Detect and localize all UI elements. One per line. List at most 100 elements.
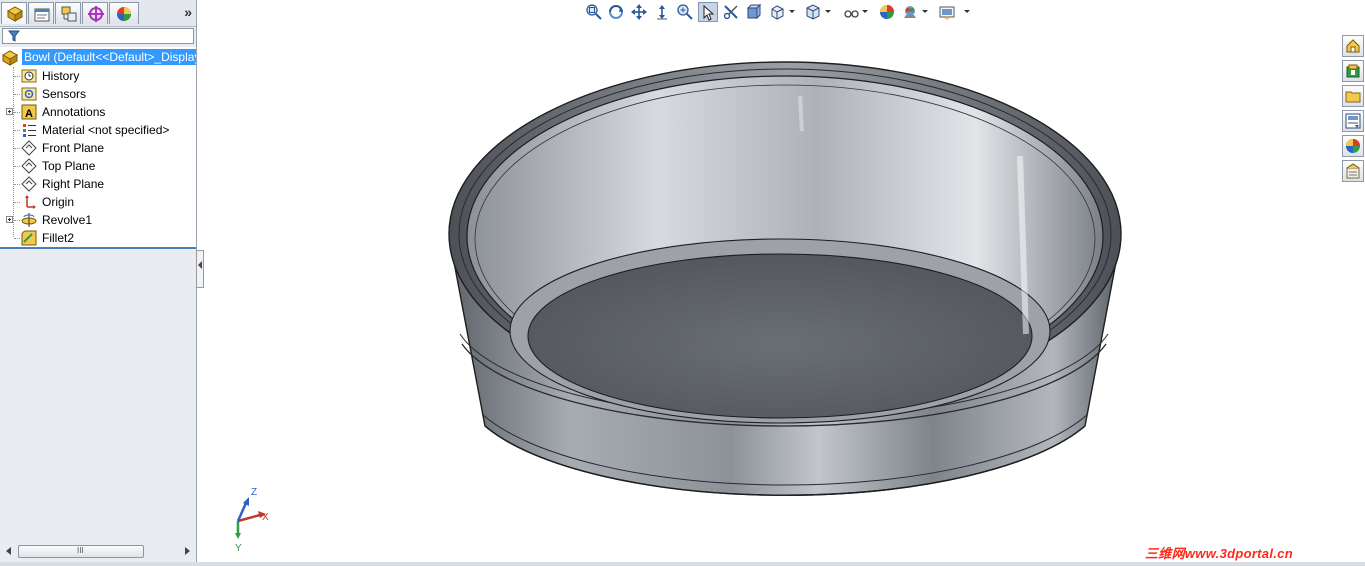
configurationmanager-tab[interactable] [55, 2, 81, 24]
select-button[interactable] [698, 2, 718, 22]
view-palette-icon [1345, 113, 1361, 129]
view-settings-button[interactable] [937, 2, 957, 22]
tree-root-label: Bowl (Default<<Default>_Display State 1>… [22, 49, 196, 65]
tree-item-revolve1[interactable]: Revolve1 [0, 211, 196, 229]
property-manager-icon [34, 8, 50, 22]
tree-item-label: Annotations [42, 105, 106, 119]
task-pane-tabs [1341, 35, 1365, 182]
zoom-in-out-button[interactable] [675, 2, 695, 22]
dropdown-arrow-icon[interactable] [789, 10, 795, 13]
view-orientation-icon [746, 4, 762, 20]
tree-guide-line [14, 220, 20, 222]
scroll-left-arrow-icon[interactable] [6, 547, 11, 555]
file-explorer-icon [1345, 91, 1361, 103]
view-orientation-button[interactable] [744, 2, 764, 22]
zoom-to-area-icon [609, 5, 623, 19]
expand-toggle[interactable] [6, 216, 13, 223]
expand-toggle[interactable] [6, 108, 13, 115]
tree-item-origin[interactable]: Origin [0, 193, 196, 211]
display-style-button[interactable] [767, 2, 787, 22]
tree-item-label: Origin [42, 195, 75, 209]
tree-item-label: Fillet2 [42, 231, 75, 245]
triad-y-label: Y [235, 543, 242, 554]
solidworks-resources-icon [1346, 39, 1360, 53]
tree-root-bowl[interactable]: Bowl (Default<<Default>_Display State 1>… [0, 49, 196, 67]
tree-item-label: Right Plane [42, 177, 105, 191]
design-library-icon [1346, 64, 1360, 78]
plane-icon [21, 140, 37, 156]
zoom-to-fit-button[interactable] [584, 2, 604, 22]
history-icon [21, 69, 37, 83]
section-view-button[interactable] [721, 2, 741, 22]
hide-show-button[interactable] [841, 2, 861, 22]
featuremanager-tab[interactable] [1, 2, 27, 24]
scroll-right-arrow-icon[interactable] [185, 547, 190, 555]
apply-scene-icon [904, 6, 916, 18]
coordinate-triad: X Y Z [235, 487, 269, 554]
section-view-icon [723, 5, 738, 20]
tree-item-sensors[interactable]: Sensors [0, 85, 196, 103]
tree-item-material[interactable]: Material <not specified> [0, 121, 196, 139]
solidworks-resources-tab[interactable] [1342, 35, 1364, 57]
apply-scene-button[interactable] [900, 2, 920, 22]
tree-guide-line [14, 112, 20, 114]
custom-properties-tab[interactable] [1342, 160, 1364, 182]
triad-z-label: Z [251, 487, 257, 498]
custom-properties-icon [1346, 163, 1360, 179]
bowl-model[interactable] [448, 61, 1122, 496]
status-bar [0, 562, 1365, 566]
graphics-area[interactable]: X Y Z [200, 26, 1340, 561]
feature-manager-panel: » Bowl (Default<<Default>_Display State … [0, 0, 197, 566]
tree-guide-line [14, 238, 20, 240]
bowl-inner-highlight [798, 95, 804, 132]
edit-appearance-icon [880, 5, 894, 19]
tree-guide-line [14, 130, 20, 132]
triad-y-arrow [235, 533, 241, 539]
tree-item-front-plane[interactable]: Front Plane [0, 139, 196, 157]
tree-item-label: Sensors [42, 87, 87, 101]
display-manager-tab[interactable] [109, 2, 139, 24]
view-orientation-menu-button[interactable] [803, 2, 823, 22]
feature-tree: Bowl (Default<<Default>_Display State 1>… [0, 47, 196, 249]
zoom-in-out-icon [677, 4, 693, 20]
tree-item-label: Revolve1 [42, 213, 93, 227]
fillet-icon [21, 230, 37, 246]
sensors-icon [21, 87, 37, 101]
more-tabs-button[interactable]: » [184, 4, 192, 20]
edit-appearance-button[interactable] [877, 2, 897, 22]
dropdown-arrow-icon[interactable] [964, 10, 970, 13]
tree-item-annotations[interactable]: A Annotations [0, 103, 196, 121]
dropdown-arrow-icon[interactable] [862, 10, 868, 13]
propertymanager-tab[interactable] [28, 2, 54, 24]
annotations-icon: A [21, 104, 37, 120]
zoom-to-area-button[interactable] [606, 2, 626, 22]
tree-guide-line [14, 76, 20, 78]
tree-item-top-plane[interactable]: Top Plane [0, 157, 196, 175]
tree-item-history[interactable]: History [0, 67, 196, 85]
tree-item-right-plane[interactable]: Right Plane [0, 175, 196, 193]
scroll-thumb-grip: III [77, 546, 84, 555]
tree-guide-line [14, 202, 20, 204]
revolve-icon [21, 213, 37, 227]
dimxpert-tab[interactable] [82, 2, 108, 24]
crosshair-icon [88, 6, 104, 22]
watermark-text: 三维网www.3dportal.cn [1145, 546, 1293, 561]
tree-item-label: Material <not specified> [42, 123, 170, 137]
view-orientation-icon [806, 4, 820, 20]
bowl-floor [527, 253, 1033, 419]
pan-button[interactable] [629, 2, 649, 22]
dropdown-arrow-icon[interactable] [825, 10, 831, 13]
design-library-tab[interactable] [1342, 60, 1364, 82]
tree-guide-line [14, 94, 20, 96]
tree-horizontal-scrollbar[interactable]: III [2, 545, 194, 559]
dropdown-arrow-icon[interactable] [922, 10, 928, 13]
appearances-scenes-tab[interactable] [1342, 135, 1364, 157]
feature-filter-field[interactable] [2, 28, 194, 44]
hide-show-icon [844, 10, 859, 18]
tree-item-fillet2[interactable]: Fillet2 [0, 229, 196, 247]
file-explorer-tab[interactable] [1342, 85, 1364, 107]
view-palette-tab[interactable] [1342, 110, 1364, 132]
scroll-thumb[interactable]: III [18, 545, 144, 558]
svg-text:A: A [25, 108, 33, 120]
roll-view-button[interactable] [652, 2, 672, 22]
